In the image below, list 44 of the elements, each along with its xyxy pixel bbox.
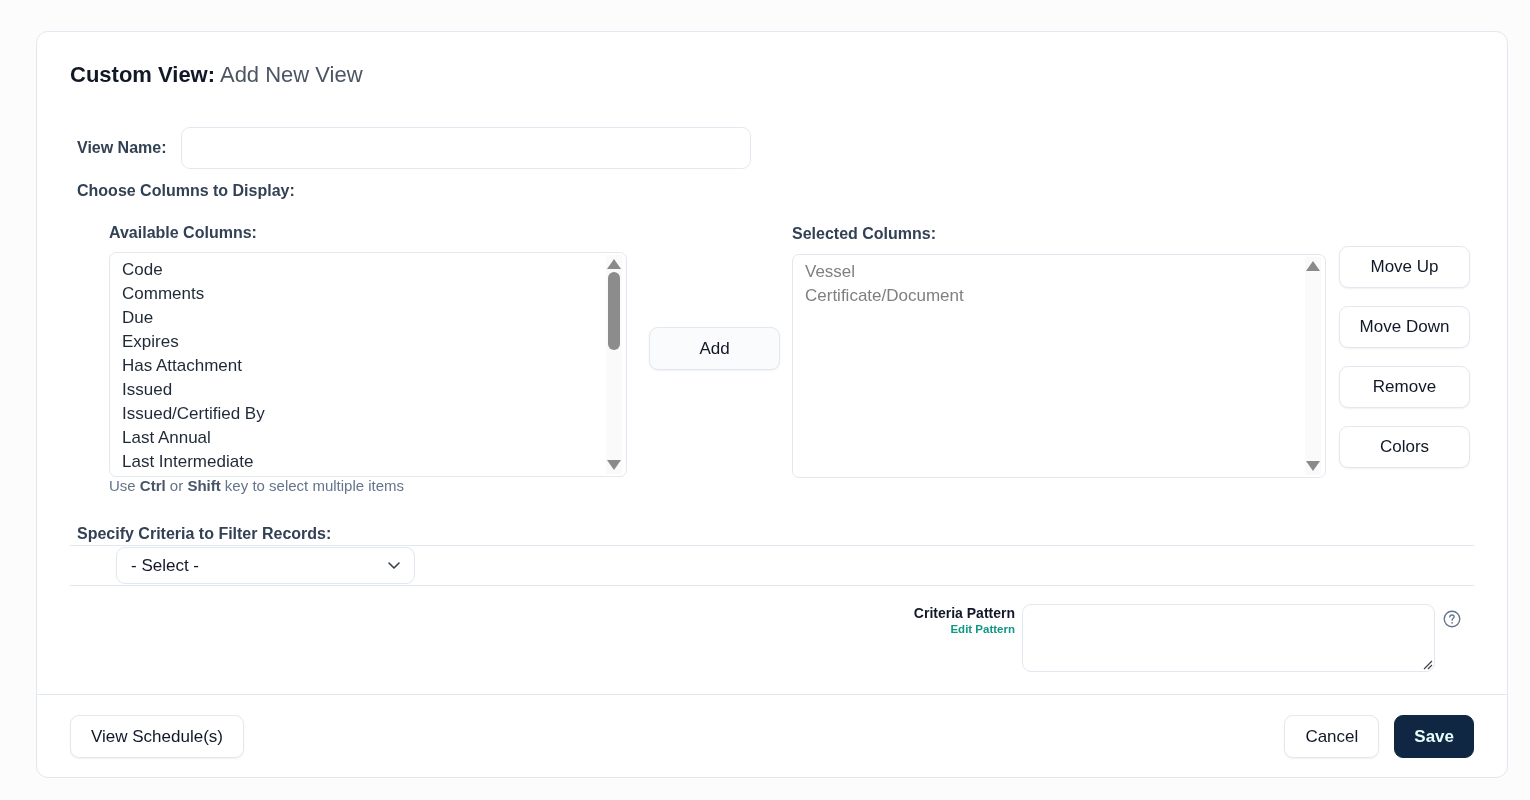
list-option[interactable]: Due [110,306,166,330]
list-option[interactable]: Last Intermediate [110,450,266,474]
listbox[interactable]: Vessel Certificate/Document [792,254,1326,478]
scroll-down-arrow-icon[interactable] [1306,461,1320,471]
scrollbar[interactable] [1305,257,1321,475]
list-label: Selected Columns: [792,224,937,244]
scroll-up-arrow-icon[interactable] [607,259,621,269]
list-option[interactable]: Last Annual [110,426,223,450]
help-icon[interactable] [1443,610,1461,628]
criteria-pattern-field[interactable] [1022,604,1435,672]
list-option[interactable]: Expires [110,330,191,354]
list-option[interactable]: Has Attachment [110,354,254,378]
list-label: Available Columns: [109,223,257,243]
footer-button[interactable]: View Schedule(s) [70,715,244,758]
view-name-label: View Name: [77,138,167,158]
section-heading: Specify Criteria to Filter Records: [76,524,332,544]
list-option[interactable]: Issued [110,378,185,402]
hint-text: Use Ctrl or Shift key to select multiple items [109,477,405,495]
resize-handle-icon[interactable] [1423,660,1433,670]
action-button[interactable]: Remove [1339,366,1470,408]
list-option[interactable]: Issued/Certified By [110,402,277,426]
list-option[interactable]: Code [110,258,175,282]
scroll-down-arrow-icon[interactable] [607,460,621,470]
save-button[interactable]: Save [1394,715,1474,758]
scrollbar-thumb[interactable] [608,272,620,350]
edit-pattern-link[interactable]: Edit Pattern [950,622,1015,636]
footer-button[interactable]: Cancel [1284,715,1380,758]
select-value: - Select - [131,554,200,577]
add-button[interactable]: Add [649,327,780,370]
action-button[interactable]: Move Up [1339,246,1470,288]
list-option[interactable]: Comments [110,282,217,306]
scroll-up-arrow-icon[interactable] [1306,261,1320,271]
section-heading: Choose Columns to Display: [76,181,295,201]
scrollbar[interactable] [606,255,622,474]
criteria-pattern-label: Criteria Pattern [913,604,1015,622]
action-button[interactable]: Move Down [1339,306,1470,348]
dialog-title: Custom View: Add New View [70,61,363,89]
criteria-select[interactable]: - Select - [116,547,415,584]
action-button[interactable]: Colors [1339,426,1470,468]
list-option[interactable]: Certificate/Document [793,284,976,308]
list-option[interactable]: Vessel [793,260,868,284]
chevron-down-icon [388,562,400,569]
listbox[interactable]: Code Comments Due Expires Has Attachment Issued Issued/Certified By Last Annual Last Intermediate [109,252,627,477]
view-name-field[interactable] [180,127,751,169]
